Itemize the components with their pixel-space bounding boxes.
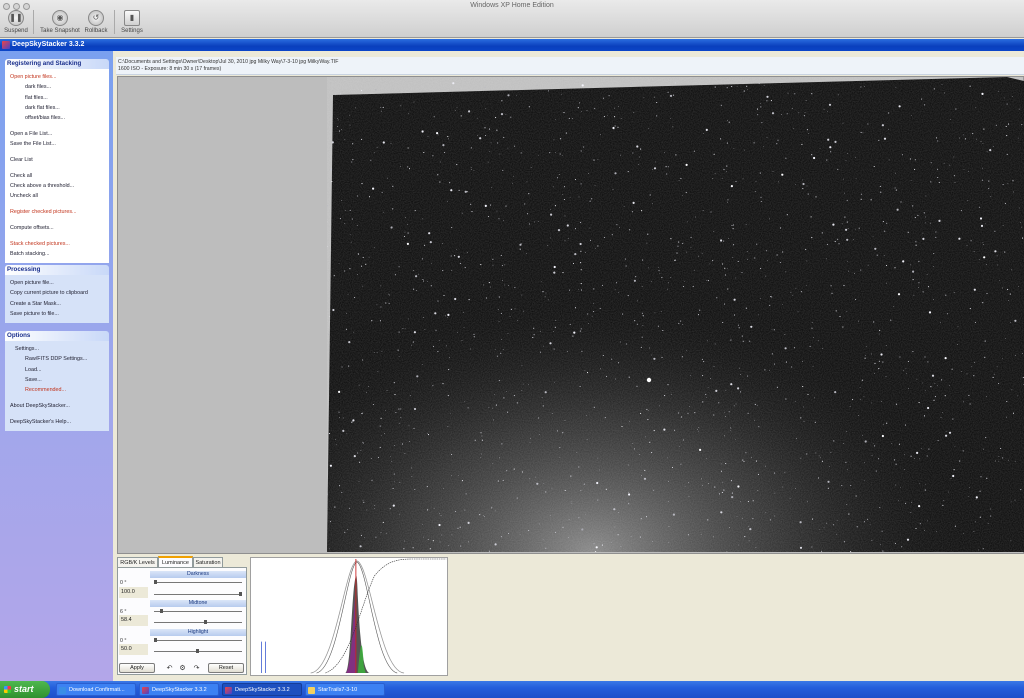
file-info-bar: C:\Documents and Settings\Owner\Desktop\… [116, 57, 1024, 75]
about-link[interactable]: About DeepSkyStacker... [10, 401, 109, 411]
compute-offsets-link[interactable]: Compute offsets... [10, 223, 109, 233]
highlight-angle-slider[interactable] [154, 640, 242, 641]
folder-icon [308, 687, 315, 694]
darkness-header: Darkness [150, 571, 246, 578]
window-title: DeepSkyStacker 3.3.2 [12, 41, 85, 48]
uncheck-all-link[interactable]: Uncheck all [10, 191, 109, 201]
redo-icon[interactable]: ↷ [192, 664, 201, 672]
file-path: C:\Documents and Settings\Owner\Desktop\… [118, 59, 339, 65]
clear-list-link[interactable]: Clear List [10, 155, 109, 165]
help-link[interactable]: DeepSkyStacker's Help... [10, 417, 109, 427]
host-toolbar: Windows XP Home Edition ❚❚ Suspend ◉ Tak… [0, 0, 1024, 38]
taskbar-item-dss-1[interactable]: DeepSkyStacker 3.3.2 [139, 683, 219, 696]
save-settings-link[interactable]: Save... [10, 375, 109, 385]
registering-panel: Registering and Stacking Open picture fi… [5, 59, 109, 264]
recommended-settings-link[interactable]: Recommended... [10, 385, 109, 395]
save-file-list-link[interactable]: Save the File List... [10, 139, 109, 149]
darkness-angle-thumb[interactable] [154, 580, 157, 584]
processing-panel: Processing Open picture file... Copy cur… [5, 265, 109, 324]
copy-to-clipboard-link[interactable]: Copy current picture to clipboard [10, 288, 109, 298]
create-star-mask-link[interactable]: Create a Star Mask... [10, 299, 109, 309]
stack-checked-link[interactable]: Stack checked pictures... [10, 239, 109, 249]
dark-files-link[interactable]: dark files... [10, 82, 109, 92]
left-task-pane: Registering and Stacking Open picture fi… [0, 51, 113, 681]
undo-icon[interactable]: ↶ [165, 664, 174, 672]
open-file-list-link[interactable]: Open a File List... [10, 129, 109, 139]
host-window-title: Windows XP Home Edition [470, 2, 554, 9]
start-button[interactable]: start [0, 681, 50, 698]
dss-app-icon [225, 687, 232, 694]
register-checked-link[interactable]: Register checked pictures... [10, 207, 109, 217]
panel-title[interactable]: Options [5, 331, 109, 341]
check-all-link[interactable]: Check all [10, 171, 109, 181]
taskbar-item-startrails[interactable]: StarTrails7-3-10 [305, 683, 385, 696]
histogram-view[interactable] [250, 557, 448, 676]
batch-stacking-link[interactable]: Batch stacking... [10, 249, 109, 259]
highlight-value-thumb[interactable] [196, 649, 199, 653]
midtone-angle-thumb[interactable] [160, 609, 163, 613]
settings-link[interactable]: Settings... [10, 344, 109, 354]
raw-fits-settings-link[interactable]: Raw/FITS DDP Settings... [10, 354, 109, 364]
tab-rgbk-levels[interactable]: RGB/K Levels [117, 557, 158, 567]
settings-gear-icon[interactable]: ⚙ [178, 664, 187, 672]
highlight-header: Highlight [150, 629, 246, 636]
darkness-angle: 0 ° [120, 580, 127, 586]
toolbar-separator [33, 10, 34, 34]
dss-app-icon [142, 687, 149, 694]
load-settings-link[interactable]: Load... [10, 365, 109, 375]
flat-files-link[interactable]: flat files... [10, 93, 109, 103]
midtone-value[interactable]: 58.4 [119, 615, 148, 626]
luminance-panel: Darkness 0 ° 100.0 Midtone 6 ° 58.4 High… [117, 567, 247, 675]
darkness-value-slider[interactable] [154, 594, 242, 595]
midtone-value-thumb[interactable] [204, 620, 207, 624]
pause-icon: ❚❚ [8, 10, 24, 26]
reset-button[interactable]: Reset [208, 663, 244, 673]
midtone-angle-slider[interactable] [154, 611, 242, 612]
rollback-icon: ↺ [88, 10, 104, 26]
ie-icon [59, 687, 66, 694]
window-title-bar[interactable]: DeepSkyStacker 3.3.2 [0, 39, 1024, 51]
panel-title[interactable]: Processing [5, 265, 109, 275]
dark-flat-files-link[interactable]: dark flat files... [10, 103, 109, 113]
settings-button[interactable]: ▮ Settings [107, 10, 157, 34]
panel-title[interactable]: Registering and Stacking [5, 59, 109, 69]
darkness-angle-slider[interactable] [154, 582, 242, 583]
switch-icon: ▮ [124, 10, 140, 26]
camera-icon: ◉ [52, 10, 68, 26]
midtone-header: Midtone [150, 600, 246, 607]
options-panel: Options Settings... Raw/FITS DDP Setting… [5, 331, 109, 432]
darkness-value-thumb[interactable] [239, 592, 242, 596]
open-picture-files-link[interactable]: Open picture files... [10, 72, 109, 82]
highlight-value[interactable]: 50.0 [119, 644, 148, 655]
taskbar-item-dss-2[interactable]: DeepSkyStacker 3.3.2 [222, 683, 302, 696]
darkness-value[interactable]: 100.0 [119, 587, 148, 598]
tab-luminance[interactable]: Luminance [158, 556, 193, 567]
offset-bias-files-link[interactable]: offset/bias files... [10, 113, 109, 123]
apply-button[interactable]: Apply [119, 663, 155, 673]
windows-logo-icon [4, 686, 11, 693]
milky-way-image[interactable] [327, 77, 1024, 552]
highlight-angle-thumb[interactable] [154, 638, 157, 642]
app-icon [2, 41, 10, 49]
save-picture-link[interactable]: Save picture to file... [10, 309, 109, 319]
taskbar-item-download[interactable]: Download Confirmati... [56, 683, 136, 696]
tab-saturation[interactable]: Saturation [193, 557, 223, 567]
check-threshold-link[interactable]: Check above a threshold... [10, 181, 109, 191]
midtone-value-slider[interactable] [154, 622, 242, 623]
open-picture-file-link[interactable]: Open picture file... [10, 278, 109, 288]
file-exposure-info: 1600 ISO - Exposure: 8 min 30 s (17 fram… [118, 66, 222, 72]
